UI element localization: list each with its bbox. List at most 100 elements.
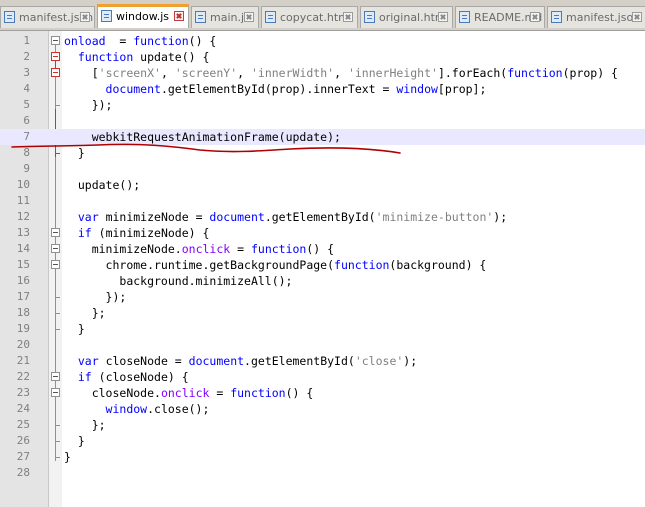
- code-token: ,: [237, 66, 251, 80]
- code-line[interactable]: 2 function update() {: [0, 49, 645, 65]
- close-icon[interactable]: [632, 12, 642, 22]
- code-line[interactable]: 23 closeNode.onclick = function() {: [0, 385, 645, 401]
- code-line[interactable]: 17 });: [0, 289, 645, 305]
- code-line[interactable]: 27}: [0, 449, 645, 465]
- code-line[interactable]: 20: [0, 337, 645, 353]
- code-line[interactable]: 16 background.minimizeAll();: [0, 273, 645, 289]
- code-text: if (closeNode) {: [64, 369, 189, 385]
- close-icon[interactable]: [174, 11, 184, 21]
- code-editor[interactable]: 1 onload = function() {2 function update(…: [0, 31, 645, 507]
- tab-label: window.js: [116, 10, 170, 23]
- code-token: function: [133, 34, 189, 48]
- code-line[interactable]: 25 };: [0, 417, 645, 433]
- code-token: };: [91, 418, 106, 432]
- close-icon[interactable]: [530, 12, 540, 22]
- line-number: 12: [16, 210, 30, 223]
- code-text: minimizeNode.onclick = function() {: [64, 241, 334, 257]
- code-token: ].forEach(: [437, 66, 508, 80]
- line-number: 18: [16, 306, 30, 319]
- close-icon[interactable]: [438, 12, 448, 22]
- code-token: }: [77, 434, 85, 448]
- line-number: 9: [23, 162, 30, 175]
- line-number: 11: [16, 194, 30, 207]
- code-token: function: [507, 66, 563, 80]
- code-token: () {: [306, 242, 335, 256]
- tabs-strip: manifest.json window.js main.js copycat.htm…: [0, 4, 645, 30]
- code-line[interactable]: 11: [0, 193, 645, 209]
- code-token: getElementById: [167, 82, 265, 96]
- code-line[interactable]: 10 update();: [0, 177, 645, 193]
- code-line[interactable]: 3 ['screenX', 'screenY', 'innerWidth', '…: [0, 65, 645, 81]
- tab-bar: manifest.json window.js main.js copycat.htm…: [0, 0, 645, 31]
- code-token: minimizeNode =: [98, 210, 210, 224]
- tab-readme-md[interactable]: README.md: [455, 6, 545, 28]
- code-token: }: [77, 146, 85, 160]
- tab-label: manifest.json: [566, 11, 641, 24]
- code-text: };: [64, 417, 106, 433]
- line-number: 13: [16, 226, 30, 239]
- code-text: update();: [64, 177, 140, 193]
- code-token: update();: [77, 178, 141, 192]
- code-line[interactable]: 9: [0, 161, 645, 177]
- code-line[interactable]: 18 };: [0, 305, 645, 321]
- file-icon: [265, 11, 276, 23]
- code-line[interactable]: 5 });: [0, 97, 645, 113]
- line-number: 19: [16, 322, 30, 335]
- code-token: };: [91, 306, 106, 320]
- code-line[interactable]: 7 webkitRequestAnimationFrame(update);: [0, 129, 645, 145]
- close-icon[interactable]: [244, 12, 254, 22]
- code-line[interactable]: 12 var minimizeNode = document.getElemen…: [0, 209, 645, 225]
- line-number: 10: [16, 178, 30, 191]
- code-token: ,: [160, 66, 175, 80]
- code-line[interactable]: 24 window.close();: [0, 401, 645, 417]
- tab-manifest-json[interactable]: manifest.json: [0, 6, 95, 28]
- code-token: minimizeNode.: [91, 242, 182, 256]
- tab-original-html[interactable]: original.html: [360, 6, 453, 28]
- close-icon[interactable]: [80, 12, 90, 22]
- code-line[interactable]: 1 onload = function() {: [0, 33, 645, 49]
- code-token: closeNode =: [98, 354, 189, 368]
- code-line[interactable]: 13 if (minimizeNode) {: [0, 225, 645, 241]
- code-line[interactable]: 8 }: [0, 145, 645, 161]
- code-text: webkitRequestAnimationFrame(update);: [64, 129, 341, 145]
- close-icon[interactable]: [343, 12, 353, 22]
- file-icon: [195, 11, 206, 23]
- code-text: }: [64, 145, 85, 161]
- code-token: .getElementById(: [264, 210, 376, 224]
- code-token: (prop).: [264, 82, 314, 96]
- code-line[interactable]: 6: [0, 113, 645, 129]
- code-line[interactable]: 14 minimizeNode.onclick = function() {: [0, 241, 645, 257]
- tab-window-js[interactable]: window.js: [97, 4, 189, 28]
- code-line[interactable]: 28: [0, 465, 645, 481]
- code-token: (prop) {: [562, 66, 618, 80]
- tab-main-js[interactable]: main.js: [191, 6, 259, 28]
- code-line[interactable]: 19 }: [0, 321, 645, 337]
- tab-copycat-html[interactable]: copycat.html: [261, 6, 358, 28]
- code-text: function update() {: [64, 49, 210, 65]
- line-number: 28: [16, 466, 30, 479]
- code-token: 'screenX': [98, 66, 161, 80]
- tab-manifest-json[interactable]: manifest.json: [547, 6, 645, 28]
- code-line[interactable]: 21 var closeNode = document.getElementBy…: [0, 353, 645, 369]
- code-line[interactable]: 22 if (closeNode) {: [0, 369, 645, 385]
- code-token: if: [77, 226, 92, 240]
- code-token: ,: [334, 66, 348, 80]
- code-line[interactable]: 15 chrome.runtime.getBackgroundPage(func…: [0, 257, 645, 273]
- code-token: var: [77, 210, 99, 224]
- code-token: chrome.runtime.getBackgroundPage(: [105, 258, 335, 272]
- code-line[interactable]: 4 document.getElementById(prop).innerTex…: [0, 81, 645, 97]
- code-token: function: [77, 50, 134, 64]
- code-token: .getElementById(: [244, 354, 355, 368]
- code-token: 'innerHeight': [347, 66, 438, 80]
- code-text: var closeNode = document.getElementById(…: [64, 353, 417, 369]
- code-line[interactable]: 26 }: [0, 433, 645, 449]
- line-number: 20: [16, 338, 30, 351]
